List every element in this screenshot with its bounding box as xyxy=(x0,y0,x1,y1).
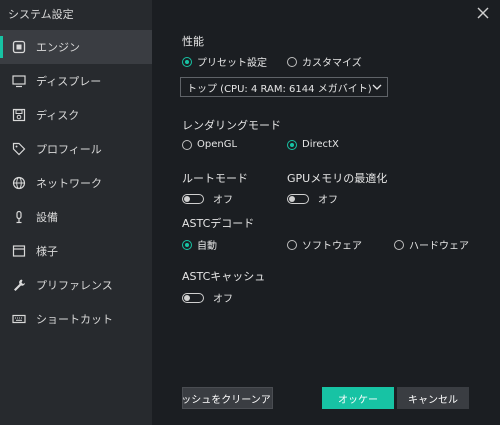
astc-cache-toggle[interactable]: オフ xyxy=(182,290,233,305)
sidebar-item-label: ディスプレー xyxy=(36,75,102,88)
globe-icon xyxy=(12,176,26,190)
root-mode-toggle[interactable]: オフ xyxy=(182,191,233,206)
directx-radio-label: DirectX xyxy=(302,139,339,150)
astc-cache-label: ASTCキャッシュ xyxy=(182,270,266,283)
astc-cache-state: オフ xyxy=(213,294,233,305)
gpu-memory-toggle[interactable]: オフ xyxy=(287,191,338,206)
sidebar-item-appearance[interactable]: 様子 xyxy=(0,234,152,268)
hardware-radio-label: ハードウェア xyxy=(409,241,469,252)
sidebar-item-profile[interactable]: プロフィール xyxy=(0,132,152,166)
toggle-off-icon xyxy=(287,193,309,204)
sidebar-item-shortcuts[interactable]: ショートカット xyxy=(0,302,152,336)
radio-checked-icon xyxy=(287,139,297,150)
astc-decode-label: ASTCデコード xyxy=(182,217,255,230)
preset-radio[interactable]: プリセット設定 xyxy=(182,54,267,69)
preset-select[interactable]: トップ (CPU: 4 RAM: 6144 メガバイト) xyxy=(180,77,388,97)
preset-radio-label: プリセット設定 xyxy=(197,58,267,69)
sidebar-item-label: ショートカット xyxy=(36,313,113,326)
keyboard-icon xyxy=(12,312,26,326)
sidebar-item-disk[interactable]: ディスク xyxy=(0,98,152,132)
settings-window: システム設定 エンジン ディスプレー ディスク プロフィール ネットワーク 設備… xyxy=(0,0,500,425)
sidebar-item-label: ネットワーク xyxy=(36,177,102,190)
hardware-radio[interactable]: ハードウェア xyxy=(394,237,469,252)
root-mode-state: オフ xyxy=(213,195,233,206)
window-title: システム設定 xyxy=(8,8,74,21)
auto-radio-label: 自動 xyxy=(197,241,217,252)
custom-radio[interactable]: カスタマイズ xyxy=(287,54,362,69)
custom-radio-label: カスタマイズ xyxy=(302,58,362,69)
sidebar-item-label: プリファレンス xyxy=(36,279,113,292)
radio-checked-icon xyxy=(182,56,192,67)
gpu-memory-label: GPUメモリの最適化 xyxy=(287,172,388,185)
radio-unchecked-icon xyxy=(287,56,297,67)
radio-unchecked-icon xyxy=(182,139,192,150)
auto-radio[interactable]: 自動 xyxy=(182,237,217,252)
sidebar-item-network[interactable]: ネットワーク xyxy=(0,166,152,200)
sidebar-item-display[interactable]: ディスプレー xyxy=(0,64,152,98)
performance-label: 性能 xyxy=(182,35,204,48)
directx-radio[interactable]: DirectX xyxy=(287,139,339,150)
opengl-radio-label: OpenGL xyxy=(197,139,238,150)
cancel-button[interactable]: キャンセル xyxy=(397,387,469,409)
ok-button[interactable]: オッケー xyxy=(322,387,394,409)
monitor-icon xyxy=(12,74,26,88)
tag-icon xyxy=(12,142,26,156)
settings-panel: 性能 プリセット設定 カスタマイズ トップ (CPU: 4 RAM: 6144 … xyxy=(152,0,500,425)
wrench-icon xyxy=(12,278,26,292)
sidebar-item-engine[interactable]: エンジン xyxy=(0,30,152,64)
sidebar-nav: エンジン ディスプレー ディスク プロフィール ネットワーク 設備 様子 プリフ… xyxy=(0,30,152,336)
sidebar-item-label: 設備 xyxy=(36,211,58,224)
software-radio[interactable]: ソフトウェア xyxy=(287,237,362,252)
window-icon xyxy=(12,244,26,258)
sidebar-item-label: エンジン xyxy=(36,41,80,54)
chevron-down-icon xyxy=(372,84,382,90)
rendering-mode-label: レンダリングモード xyxy=(182,119,281,132)
radio-checked-icon xyxy=(182,239,192,250)
toggle-off-icon xyxy=(182,292,204,303)
opengl-radio[interactable]: OpenGL xyxy=(182,139,237,150)
disk-icon xyxy=(12,108,26,122)
sidebar-item-label: 様子 xyxy=(36,245,58,258)
engine-icon xyxy=(12,40,26,54)
sidebar-item-label: ディスク xyxy=(36,109,80,122)
sidebar-item-label: プロフィール xyxy=(36,143,102,156)
clean-cache-button[interactable]: Cキャッシュをクリーンアップし xyxy=(182,387,273,409)
radio-unchecked-icon xyxy=(394,239,404,250)
gpu-memory-state: オフ xyxy=(318,195,338,206)
sidebar-item-preferences[interactable]: プリファレンス xyxy=(0,268,152,302)
preset-select-value: トップ (CPU: 4 RAM: 6144 メガバイト) xyxy=(187,83,372,95)
sidebar-item-device[interactable]: 設備 xyxy=(0,200,152,234)
mic-icon xyxy=(12,210,26,224)
software-radio-label: ソフトウェア xyxy=(302,241,362,252)
radio-unchecked-icon xyxy=(287,239,297,250)
sidebar: システム設定 エンジン ディスプレー ディスク プロフィール ネットワーク 設備… xyxy=(0,0,152,425)
root-mode-label: ルートモード xyxy=(182,172,248,185)
toggle-off-icon xyxy=(182,193,204,204)
